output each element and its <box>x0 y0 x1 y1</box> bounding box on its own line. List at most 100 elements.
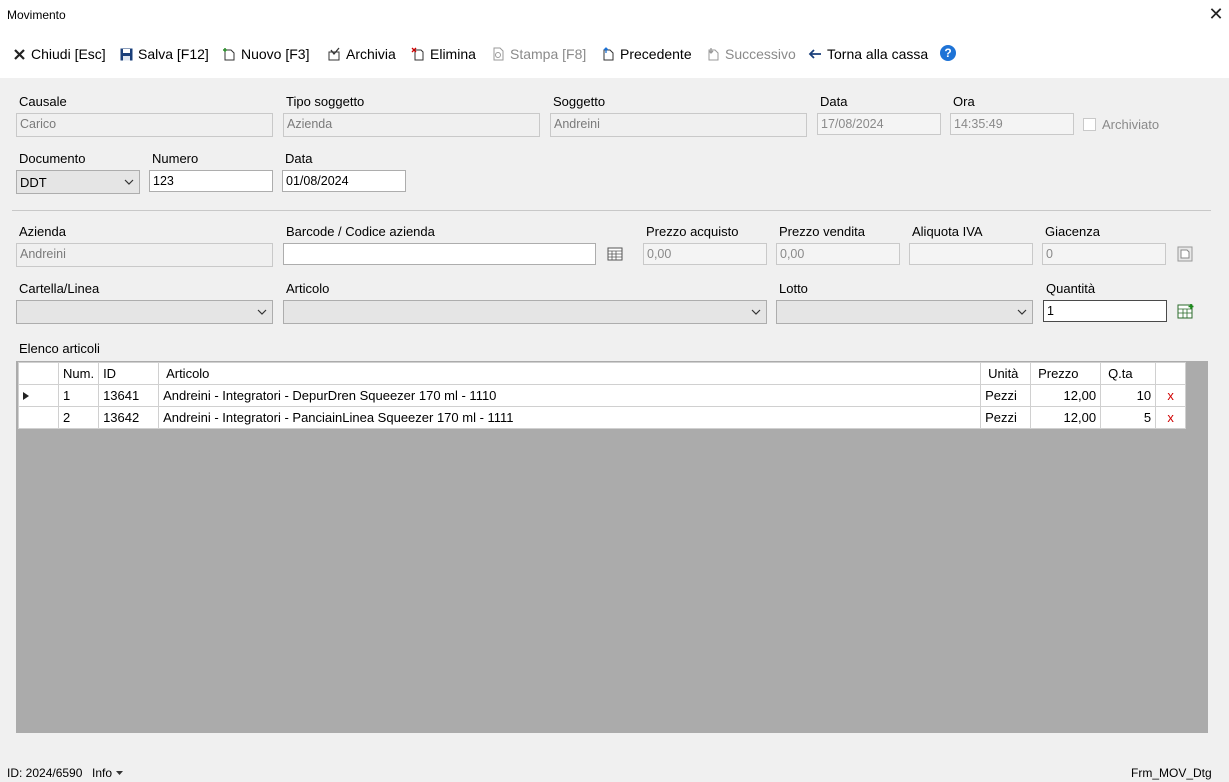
row-num[interactable]: 1 <box>57 384 100 407</box>
window-title: Movimento <box>7 8 66 22</box>
table-header-row: Num. ID Articolo Unità Prezzo Q.ta <box>18 362 1187 385</box>
chevron-down-icon <box>1017 309 1027 315</box>
row-delete-button[interactable]: x <box>1155 384 1187 407</box>
cartella-select[interactable] <box>16 300 273 324</box>
azienda-label: Azienda <box>19 224 66 239</box>
row-qta[interactable]: 10 <box>1100 384 1157 407</box>
aliquota-iva-field[interactable] <box>909 243 1033 265</box>
column-header-prezzo[interactable]: Prezzo <box>1030 362 1102 385</box>
next-doc-icon <box>706 47 720 61</box>
row-unita[interactable]: Pezzi <box>980 406 1032 429</box>
save-button-label: Salva [F12] <box>138 46 209 62</box>
row-articolo[interactable]: Andreini - Integratori - DepurDren Squee… <box>158 384 982 407</box>
azienda-field[interactable]: Andreini <box>16 243 273 267</box>
info-dropdown-button[interactable]: Info <box>92 766 124 780</box>
data-field[interactable]: 17/08/2024 <box>817 113 941 135</box>
previous-button-label: Precedente <box>620 46 692 62</box>
column-header-id[interactable]: ID <box>98 362 160 385</box>
back-to-register-button[interactable]: Torna alla cassa <box>808 44 928 64</box>
giacenza-label: Giacenza <box>1045 224 1100 239</box>
articolo-label: Articolo <box>286 281 330 296</box>
previous-button[interactable]: Precedente <box>601 44 692 64</box>
archive-icon <box>327 47 341 61</box>
row-selector <box>18 406 59 429</box>
archiviato-label: Archiviato <box>1102 117 1160 132</box>
barcode-lookup-icon[interactable] <box>605 244 625 264</box>
print-icon <box>491 47 505 61</box>
save-button[interactable]: Salva [F12] <box>119 44 209 64</box>
documento-select[interactable]: DDT <box>16 170 140 194</box>
help-icon[interactable]: ? <box>940 45 956 61</box>
column-header-num[interactable]: Num. <box>57 362 100 385</box>
table-row[interactable]: 2 13642 Andreini - Integratori - Panciai… <box>18 406 1187 429</box>
chevron-down-icon <box>751 309 761 315</box>
window-close-icon[interactable]: ✕ <box>1207 4 1225 24</box>
prezzo-acquisto-label: Prezzo acquisto <box>646 224 739 239</box>
tipo-soggetto-label: Tipo soggetto <box>286 94 365 109</box>
soggetto-field[interactable]: Andreini <box>550 113 807 137</box>
articles-table: Num. ID Articolo Unità Prezzo Q.ta 1 136… <box>18 362 1187 429</box>
prezzo-vendita-label: Prezzo vendita <box>779 224 865 239</box>
back-button-label: Torna alla cassa <box>827 46 929 62</box>
aliquota-iva-label: Aliquota IVA <box>912 224 983 239</box>
elenco-articoli-label: Elenco articoli <box>19 341 100 356</box>
row-qta[interactable]: 5 <box>1100 406 1157 429</box>
row-num[interactable]: 2 <box>57 406 100 429</box>
row-prezzo[interactable]: 12,00 <box>1030 406 1102 429</box>
documento-label: Documento <box>19 151 86 166</box>
barcode-field[interactable] <box>283 243 596 265</box>
delete-doc-icon <box>411 47 425 61</box>
prezzo-acquisto-field[interactable]: 0,00 <box>643 243 767 265</box>
current-row-indicator-icon <box>18 384 59 407</box>
archive-button-label: Archivia <box>346 46 396 62</box>
chevron-down-icon <box>124 179 134 185</box>
quantita-label: Quantità <box>1046 281 1096 296</box>
arrow-left-icon <box>808 47 822 61</box>
cartella-label: Cartella/Linea <box>19 281 100 296</box>
column-header-delete <box>1155 362 1187 385</box>
info-label: Info <box>92 766 113 780</box>
add-to-list-icon[interactable] <box>1176 301 1196 321</box>
row-id[interactable]: 13642 <box>98 406 160 429</box>
print-button-label: Stampa [F8] <box>510 46 587 62</box>
title-bar <box>0 0 1229 30</box>
prezzo-vendita-field[interactable]: 0,00 <box>776 243 900 265</box>
ora-field[interactable]: 14:35:49 <box>950 113 1074 135</box>
row-prezzo[interactable]: 12,00 <box>1030 384 1102 407</box>
delete-button[interactable]: Elimina <box>411 44 476 64</box>
table-row[interactable]: 1 13641 Andreini - Integratori - DepurDr… <box>18 384 1187 407</box>
numero-field[interactable]: 123 <box>149 170 273 192</box>
lotto-select[interactable] <box>776 300 1033 324</box>
row-unita[interactable]: Pezzi <box>980 384 1032 407</box>
column-header-unita[interactable]: Unità <box>980 362 1032 385</box>
row-delete-button[interactable]: x <box>1155 406 1187 429</box>
data-documento-field[interactable]: 01/08/2024 <box>282 170 406 192</box>
next-button[interactable]: Successivo <box>706 44 796 64</box>
new-button[interactable]: Nuovo [F3] <box>222 44 309 64</box>
print-button[interactable]: Stampa [F8] <box>491 44 586 64</box>
archiviato-checkbox[interactable] <box>1083 118 1096 131</box>
giacenza-detail-icon[interactable] <box>1175 244 1195 264</box>
soggetto-label: Soggetto <box>553 94 606 109</box>
giacenza-field[interactable]: 0 <box>1042 243 1166 265</box>
tipo-soggetto-field[interactable]: Azienda <box>283 113 540 137</box>
column-header-articolo[interactable]: Articolo <box>158 362 982 385</box>
close-button[interactable]: Chiudi [Esc] <box>12 44 106 64</box>
new-button-label: Nuovo [F3] <box>241 46 310 62</box>
row-id[interactable]: 13641 <box>98 384 160 407</box>
data-label: Data <box>820 94 848 109</box>
archive-button[interactable]: Archivia <box>327 44 396 64</box>
column-header-qta[interactable]: Q.ta <box>1100 362 1157 385</box>
barcode-label: Barcode / Codice azienda <box>286 224 435 239</box>
floppy-icon <box>119 47 133 61</box>
previous-doc-icon <box>601 47 615 61</box>
causale-field[interactable]: Carico <box>16 113 273 137</box>
status-bar <box>0 762 1229 782</box>
articolo-select[interactable] <box>283 300 767 324</box>
chevron-down-icon <box>257 309 267 315</box>
record-id-text: ID: 2024/6590 <box>7 766 83 780</box>
close-button-label: Chiudi [Esc] <box>31 46 106 62</box>
row-articolo[interactable]: Andreini - Integratori - PanciainLinea S… <box>158 406 982 429</box>
quantita-field[interactable]: 1 <box>1043 300 1167 322</box>
close-icon <box>12 47 26 61</box>
